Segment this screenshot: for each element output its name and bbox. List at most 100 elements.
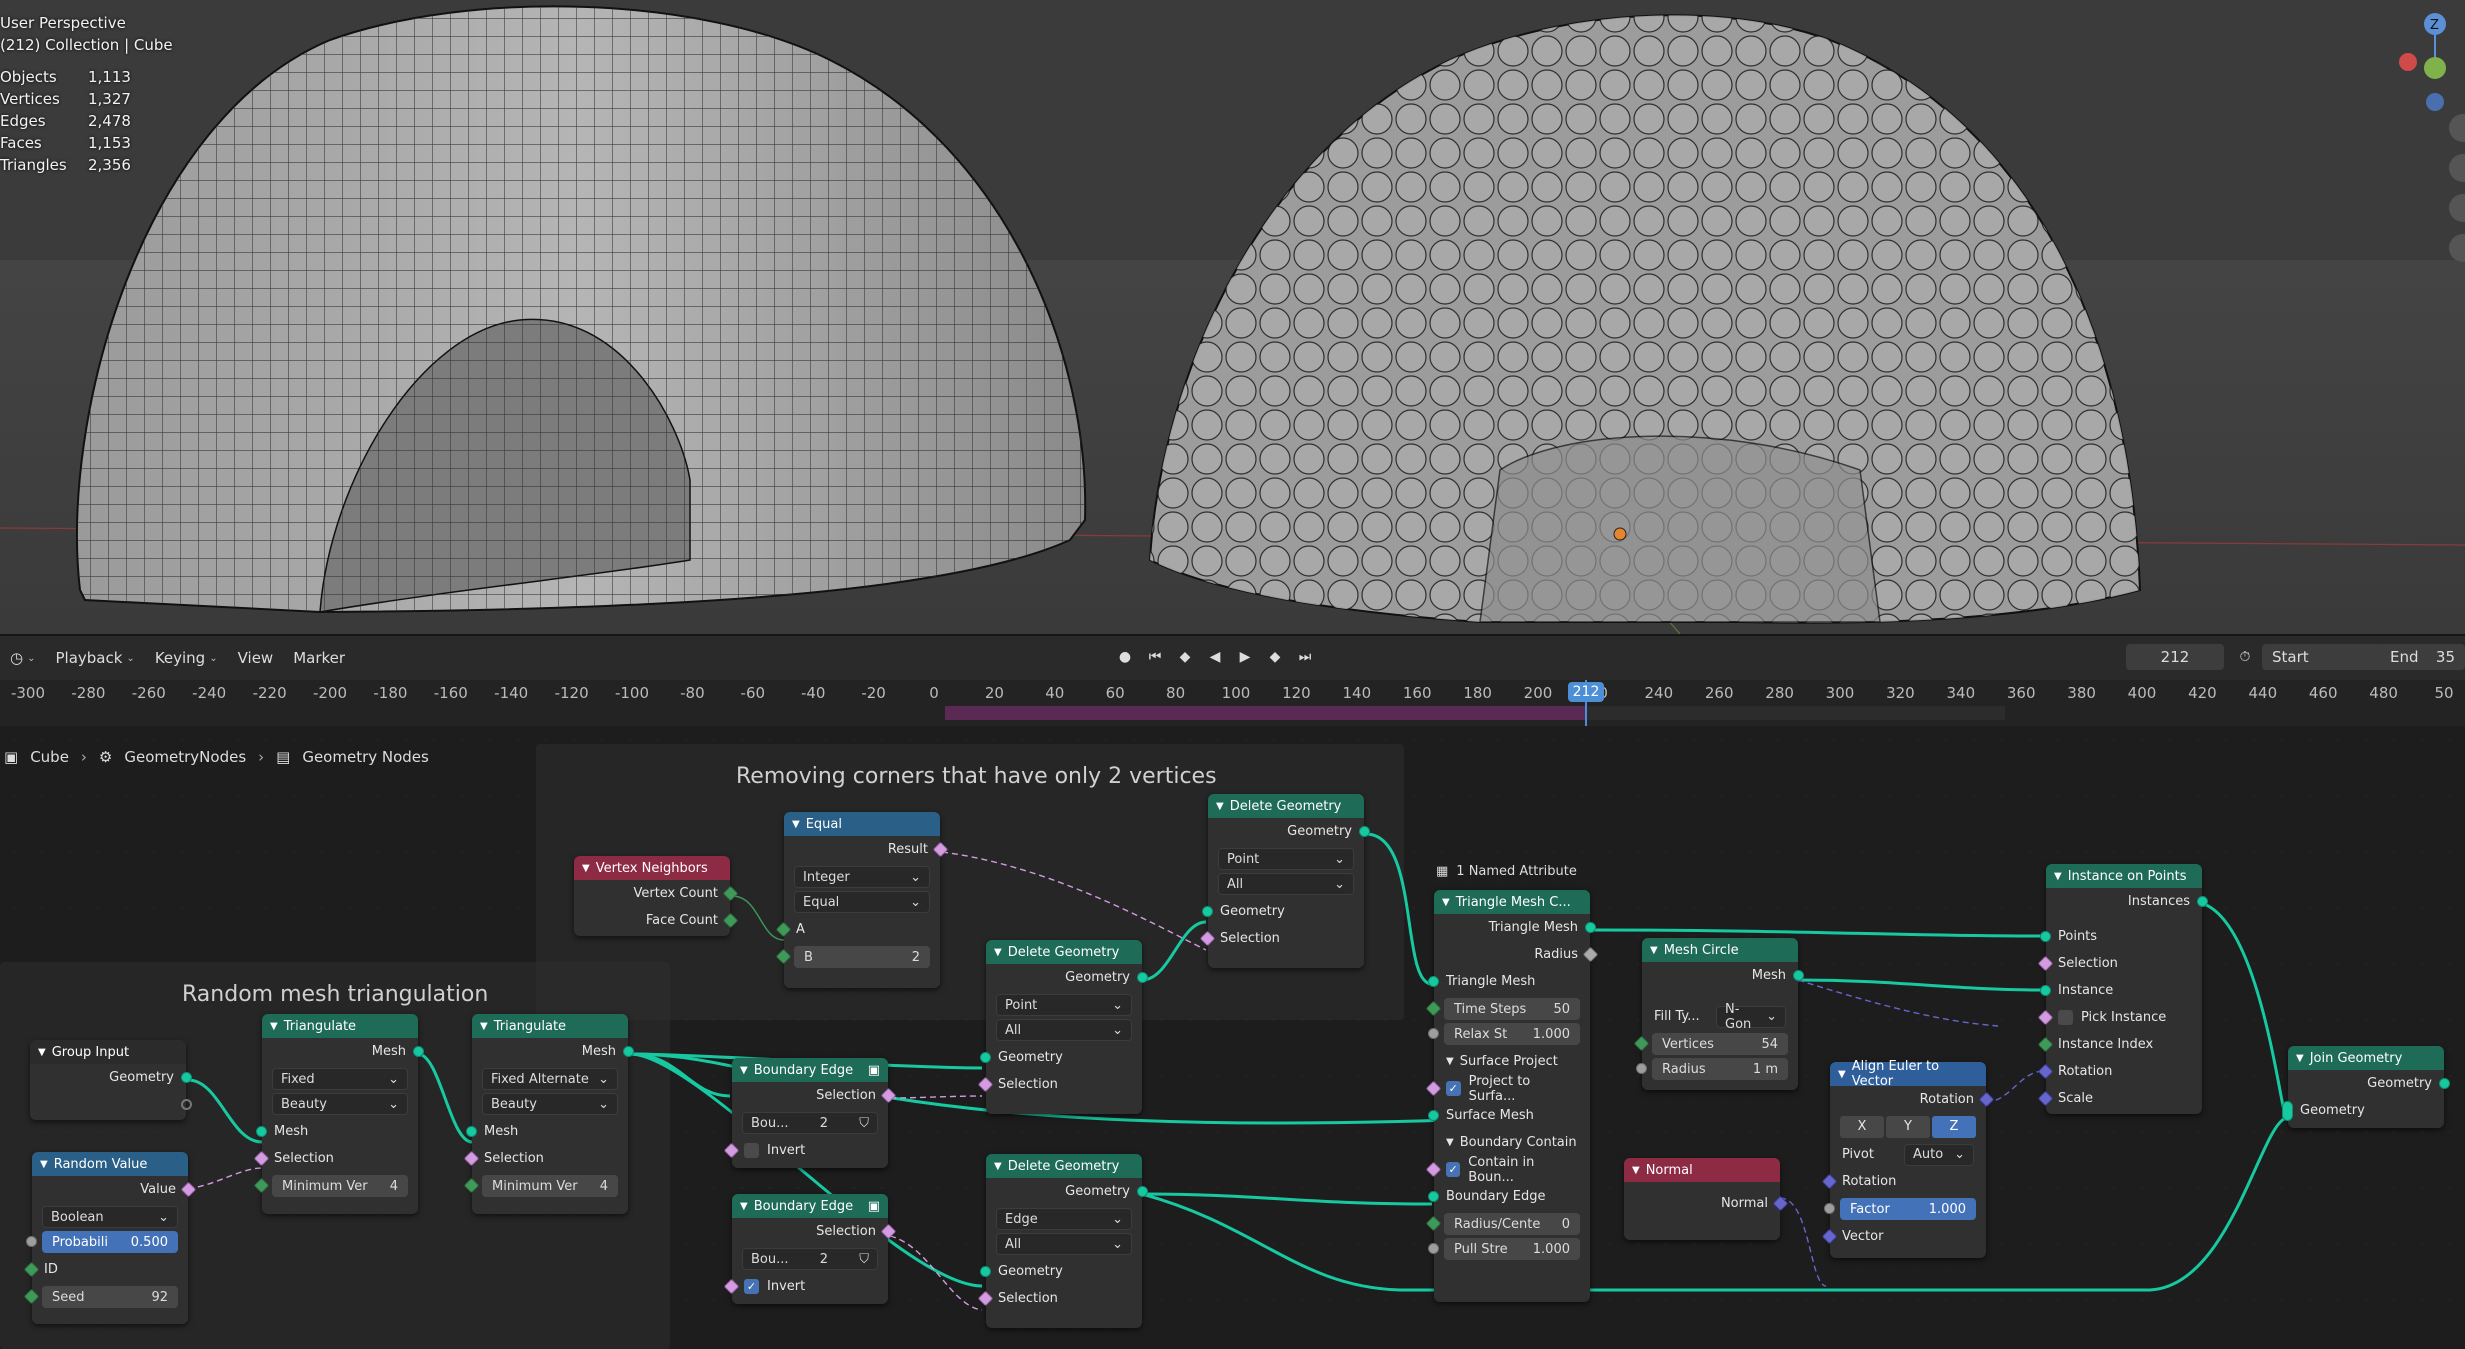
geometry-socket[interactable] xyxy=(2439,1078,2450,1089)
chevron-down-icon[interactable]: ▼ xyxy=(270,1021,278,1032)
node-header[interactable]: ▼ Group Input xyxy=(30,1040,186,1064)
node-header[interactable]: ▼ Vertex Neighbors xyxy=(574,856,730,880)
node-editor[interactable]: Removing corners that have only 2 vertic… xyxy=(0,726,2465,1349)
factor-field[interactable]: Factor 1.000 xyxy=(1824,1198,1976,1220)
timeline-editor[interactable]: ◷ ⌄ Playback ⌄ Keying ⌄ View Marker ● ⏮ ◆ ◀… xyxy=(0,634,2465,728)
play-icon[interactable]: ▶ xyxy=(1232,644,1258,670)
node-delete-geometry-3[interactable]: ▼ Delete Geometry Geometry Edge ⌄ All ⌄ Geo… xyxy=(977,1154,1148,1328)
node-header[interactable]: ▼ Boundary Edge ▣ xyxy=(732,1194,888,1218)
ngon-method-dropdown[interactable]: Beauty ⌄ xyxy=(272,1093,408,1115)
node-header[interactable]: ▼ Triangulate xyxy=(262,1014,418,1038)
chevron-down-icon[interactable]: ▼ xyxy=(1632,1165,1640,1176)
menu-playback[interactable]: Playback ⌄ xyxy=(45,649,144,667)
radius-field[interactable]: Radius 1 m xyxy=(1636,1058,1788,1080)
record-button[interactable]: ● xyxy=(1112,644,1138,670)
prev-keyframe-icon[interactable]: ◆ xyxy=(1172,644,1198,670)
float-socket[interactable] xyxy=(1428,1243,1439,1254)
axis-y-button[interactable]: Y xyxy=(1886,1116,1930,1138)
invert-checkbox[interactable]: ✓ xyxy=(744,1279,759,1294)
jump-start-icon[interactable]: ⏮ xyxy=(1142,644,1168,670)
node-group-input[interactable]: ▼ Group Input Geometry xyxy=(30,1040,192,1120)
chevron-down-icon[interactable]: ▼ xyxy=(2296,1053,2304,1064)
min-vertices-field[interactable]: Minimum Ver 4 xyxy=(253,1175,408,1197)
chevron-down-icon[interactable]: ▼ xyxy=(740,1065,748,1076)
axis-z-button[interactable]: Z xyxy=(1932,1116,1976,1138)
b-field[interactable]: B2 xyxy=(775,946,930,968)
node-header[interactable]: ▼ Boundary Edge ▣ xyxy=(732,1058,888,1082)
chevron-down-icon[interactable]: ▼ xyxy=(740,1201,748,1212)
geometry-socket[interactable] xyxy=(1428,1110,1439,1121)
float-socket[interactable] xyxy=(1428,1028,1439,1039)
chevron-down-icon[interactable]: ▼ xyxy=(38,1047,46,1058)
geometry-socket[interactable] xyxy=(1428,976,1439,987)
geometry-socket[interactable] xyxy=(466,1126,477,1137)
node-header[interactable]: ▼ Align Euler to Vector xyxy=(1830,1059,1986,1089)
node-vertex-neighbors[interactable]: ▼ Vertex Neighbors Vertex Count Face Coun… xyxy=(574,856,739,936)
geometry-socket[interactable] xyxy=(1793,970,1804,981)
chevron-down-icon[interactable]: ▼ xyxy=(480,1021,488,1032)
time-steps-field[interactable]: Time Steps 50 xyxy=(1425,998,1580,1020)
navigation-gizmo[interactable]: Z xyxy=(2375,0,2465,280)
node-header[interactable]: ▼ Triangulate xyxy=(472,1014,628,1038)
chevron-down-icon[interactable]: ▼ xyxy=(1650,945,1658,956)
chevron-down-icon[interactable]: ▼ xyxy=(40,1159,48,1170)
geometry-socket[interactable] xyxy=(1202,906,1213,917)
float-socket[interactable] xyxy=(1824,1203,1835,1214)
multi-input-socket[interactable] xyxy=(2282,1101,2293,1121)
mode-dropdown[interactable]: All ⌄ xyxy=(1218,873,1354,895)
float-socket[interactable] xyxy=(26,1236,37,1247)
pivot-dropdown[interactable]: Auto ⌄ xyxy=(1904,1143,1974,1166)
radius-center-field[interactable]: Radius/Cente 0 xyxy=(1425,1213,1580,1235)
node-header[interactable]: ▼ Normal xyxy=(1624,1158,1780,1182)
node-header[interactable]: ▼ Mesh Circle xyxy=(1642,938,1798,962)
node-header[interactable]: ▼ Delete Geometry xyxy=(1208,794,1364,818)
node-header[interactable]: ▼ Instance on Points xyxy=(2046,864,2202,888)
node-group-selector[interactable]: Bou... 2 ⛉ xyxy=(742,1112,878,1134)
geometry-socket[interactable] xyxy=(413,1046,424,1057)
mode-dropdown[interactable]: All ⌄ xyxy=(996,1019,1132,1041)
node-triangle-mesh-circle-packing[interactable]: ▼ Triangle Mesh C... Triangle Mesh Radius… xyxy=(1425,890,1599,1302)
node-header[interactable]: ▼ Random Value xyxy=(32,1152,188,1176)
geometry-socket[interactable] xyxy=(2040,985,2051,996)
node-random-value[interactable]: ▼ Random Value Value Boolean ⌄ Probabili 0.… xyxy=(23,1152,197,1324)
node-header[interactable]: ▼ Join Geometry xyxy=(2288,1046,2444,1070)
chevron-down-icon[interactable]: ▼ xyxy=(792,819,800,830)
mode-dropdown[interactable]: All ⌄ xyxy=(996,1233,1132,1255)
relax-strength-field[interactable]: Relax St 1.000 xyxy=(1428,1023,1580,1045)
named-attribute-indicator[interactable]: ▦ 1 Named Attribute xyxy=(1436,864,1577,879)
stopwatch-icon[interactable]: ⏱ xyxy=(2232,644,2258,670)
float-socket[interactable] xyxy=(1636,1063,1647,1074)
probability-field[interactable]: Probabili 0.500 xyxy=(26,1231,178,1253)
node-instance-on-points[interactable]: ▼ Instance on Points Instances Points Sel… xyxy=(2037,864,2208,1114)
operation-dropdown[interactable]: Equal ⌄ xyxy=(794,891,930,913)
menu-marker[interactable]: Marker xyxy=(283,649,355,667)
3d-viewport[interactable]: User Perspective (212) Collection | Cube… xyxy=(0,0,2465,634)
playhead-label[interactable]: 212 xyxy=(1568,682,1604,702)
geometry-socket[interactable] xyxy=(1359,826,1370,837)
node-boundary-edge-1[interactable]: ▼ Boundary Edge ▣ Selection Bou... 2 ⛉ Inver… xyxy=(723,1058,897,1168)
next-keyframe-icon[interactable]: ◆ xyxy=(1262,644,1288,670)
geometry-socket[interactable] xyxy=(980,1266,991,1277)
panel-boundary-contain[interactable]: ▼ Boundary Contain xyxy=(1434,1129,1590,1156)
jump-end-icon[interactable]: ⏭ xyxy=(1292,644,1318,670)
chevron-down-icon[interactable]: ▼ xyxy=(994,1161,1002,1172)
domain-dropdown[interactable]: Edge ⌄ xyxy=(996,1208,1132,1230)
node-header[interactable]: ▼ Delete Geometry xyxy=(986,1154,1142,1178)
node-equal[interactable]: ▼ Equal Result Integer ⌄ Equal ⌄ A B2 xyxy=(775,812,949,988)
node-group-selector[interactable]: Bou... 2 ⛉ xyxy=(742,1248,878,1270)
geometry-socket[interactable] xyxy=(2040,931,2051,942)
domain-dropdown[interactable]: Point ⌄ xyxy=(1218,848,1354,870)
axis-x-button[interactable]: X xyxy=(1840,1116,1884,1138)
node-triangulate-2[interactable]: ▼ Triangulate Mesh Fixed Alternate ⌄ Beaut… xyxy=(463,1014,634,1214)
geometry-socket[interactable] xyxy=(980,1052,991,1063)
panel-surface-project[interactable]: ▼ Surface Project xyxy=(1434,1048,1590,1075)
geometry-socket[interactable] xyxy=(1428,1191,1439,1202)
editor-type-icon[interactable]: ◷ ⌄ xyxy=(0,649,45,667)
invert-checkbox[interactable] xyxy=(744,1143,759,1158)
geometry-socket[interactable] xyxy=(1137,1186,1148,1197)
quad-method-dropdown[interactable]: Fixed Alternate ⌄ xyxy=(482,1068,618,1090)
geometry-socket[interactable] xyxy=(181,1072,192,1083)
chevron-down-icon[interactable]: ▼ xyxy=(2054,871,2062,882)
pull-strength-field[interactable]: Pull Stre 1.000 xyxy=(1428,1238,1580,1260)
chevron-down-icon[interactable]: ▼ xyxy=(1838,1069,1846,1080)
